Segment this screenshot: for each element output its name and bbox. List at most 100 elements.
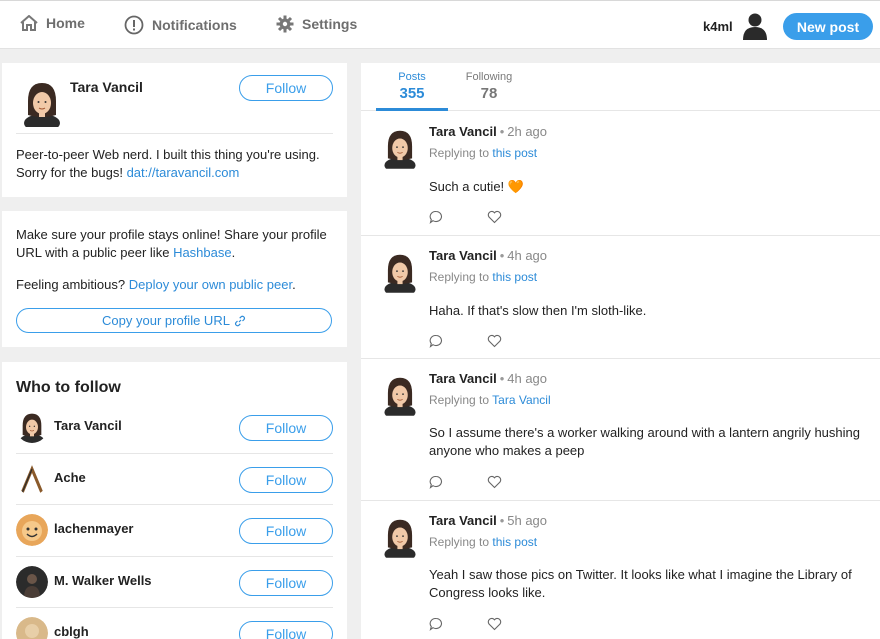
post-header: Tara Vancil • 5h ago xyxy=(429,513,547,528)
post-time[interactable]: 4h ago xyxy=(507,248,547,263)
post-author[interactable]: Tara Vancil xyxy=(429,513,497,528)
tab-following[interactable]: Following 78 xyxy=(453,71,525,102)
separator-dot: • xyxy=(499,513,505,528)
user-avatar[interactable] xyxy=(742,12,768,40)
nav-settings-label: Settings xyxy=(302,16,358,32)
who-to-follow-card: Who to follow Tara Vancil Follow Ache Fo… xyxy=(2,362,347,639)
ambitious-text: Feeling ambitious? Deploy your own publi… xyxy=(16,277,296,292)
post-header: Tara Vancil • 4h ago xyxy=(429,248,547,263)
follow-button[interactable]: Follow xyxy=(239,467,333,493)
post-text: Such a cutie! 🧡 xyxy=(429,179,524,194)
new-post-button[interactable]: New post xyxy=(783,13,873,40)
avatar[interactable] xyxy=(16,514,48,546)
reply-target-link[interactable]: Tara Vancil xyxy=(492,393,550,407)
follow-button[interactable]: Follow xyxy=(239,621,333,639)
reply-context: Replying to this post xyxy=(429,535,537,549)
heart-icon[interactable] xyxy=(487,334,502,351)
post-header: Tara Vancil • 4h ago xyxy=(429,371,547,386)
follow-button[interactable]: Follow xyxy=(239,415,333,441)
suggested-user-name[interactable]: Tara Vancil xyxy=(54,418,122,433)
post: Tara Vancil • 5h ago Replying to this post… xyxy=(361,501,880,639)
post-author[interactable]: Tara Vancil xyxy=(429,248,497,263)
suggested-user-name[interactable]: Ache xyxy=(54,470,86,485)
list-item: lachenmayer Follow xyxy=(2,505,347,556)
tab-posts[interactable]: Posts 355 xyxy=(376,71,448,102)
avatar[interactable] xyxy=(381,251,419,293)
suggested-user-name[interactable]: cblgh xyxy=(54,624,89,639)
heart-icon[interactable] xyxy=(487,210,502,227)
gear-icon xyxy=(276,15,294,33)
nav-notifications-label: Notifications xyxy=(152,17,237,33)
avatar[interactable] xyxy=(16,617,48,639)
post-header: Tara Vancil • 2h ago xyxy=(429,124,547,139)
bio-link[interactable]: dat://taravancil.com xyxy=(127,165,240,180)
profile-bio: Peer-to-peer Web nerd. I built this thin… xyxy=(16,146,336,182)
post-author[interactable]: Tara Vancil xyxy=(429,371,497,386)
follow-button[interactable]: Follow xyxy=(239,518,333,544)
nav-home[interactable]: Home xyxy=(20,15,85,31)
post-text: Yeah I saw those pics on Twitter. It loo… xyxy=(429,567,852,600)
post-time[interactable]: 4h ago xyxy=(507,371,547,386)
separator-dot: • xyxy=(499,371,505,386)
list-item: Tara Vancil Follow xyxy=(2,402,347,453)
divider xyxy=(16,133,333,134)
reply-target-link[interactable]: this post xyxy=(492,146,537,160)
follow-button[interactable]: Follow xyxy=(239,570,333,596)
reply-icon[interactable] xyxy=(429,475,443,492)
reply-target-link[interactable]: this post xyxy=(492,535,537,549)
separator-dot: • xyxy=(499,248,505,263)
active-tab-indicator xyxy=(376,108,448,111)
suggested-user-name[interactable]: lachenmayer xyxy=(54,521,134,536)
feed-tabs: Posts 355 Following 78 xyxy=(361,63,880,111)
current-username[interactable]: k4ml xyxy=(703,19,733,34)
tab-posts-count: 355 xyxy=(399,85,425,102)
avatar[interactable] xyxy=(16,411,48,443)
post: Tara Vancil • 4h ago Replying to this post… xyxy=(361,236,880,359)
reply-target-link[interactable]: this post xyxy=(492,270,537,284)
reply-prefix: Replying to xyxy=(429,393,490,407)
avatar[interactable] xyxy=(381,516,419,558)
avatar[interactable] xyxy=(381,374,419,416)
hashbase-link[interactable]: Hashbase xyxy=(173,245,232,260)
copy-profile-url-label: Copy your profile URL xyxy=(102,313,230,328)
copy-profile-url-button[interactable]: Copy your profile URL xyxy=(16,308,332,333)
deploy-peer-link[interactable]: Deploy your own public peer xyxy=(129,277,292,292)
reply-icon[interactable] xyxy=(429,210,443,227)
post-actions xyxy=(429,475,546,492)
separator-dot: • xyxy=(499,124,505,139)
top-nav-bar: Home Notifications Settings k4ml New pos… xyxy=(0,0,880,49)
reply-prefix: Replying to xyxy=(429,146,490,160)
reply-prefix: Replying to xyxy=(429,270,490,284)
suggested-user-name[interactable]: M. Walker Wells xyxy=(54,573,152,588)
profile-card: Tara Vancil Follow Peer-to-peer Web nerd… xyxy=(2,63,347,197)
share-text: Make sure your profile stays online! Sha… xyxy=(16,227,327,260)
reply-icon[interactable] xyxy=(429,334,443,351)
profile-name[interactable]: Tara Vancil xyxy=(70,79,143,95)
post-time[interactable]: 5h ago xyxy=(507,513,547,528)
tab-following-count: 78 xyxy=(480,85,498,102)
avatar[interactable] xyxy=(16,463,48,495)
heart-icon[interactable] xyxy=(487,475,502,492)
post-author[interactable]: Tara Vancil xyxy=(429,124,497,139)
share-profile-card: Make sure your profile stays online! Sha… xyxy=(2,211,347,347)
list-item: Ache Follow xyxy=(2,454,347,505)
tab-posts-label: Posts xyxy=(398,71,426,83)
post-time[interactable]: 2h ago xyxy=(507,124,547,139)
notifications-icon xyxy=(124,15,144,35)
feed-panel: Posts 355 Following 78 Tara Vancil • 2h ag… xyxy=(361,63,880,639)
avatar[interactable] xyxy=(16,566,48,598)
nav-notifications[interactable]: Notifications xyxy=(124,15,237,35)
reply-context: Replying to this post xyxy=(429,146,537,160)
reply-icon[interactable] xyxy=(429,617,443,634)
follow-button[interactable]: Follow xyxy=(239,75,333,101)
share-text-body: Make sure your profile stays online! Sha… xyxy=(16,227,327,260)
nav-home-label: Home xyxy=(46,15,85,31)
list-item: cblgh Follow xyxy=(2,608,347,639)
post-actions xyxy=(429,334,546,351)
avatar[interactable] xyxy=(381,127,419,169)
ambitious-text-body: Feeling ambitious? xyxy=(16,277,126,292)
avatar[interactable] xyxy=(20,79,64,127)
post: Tara Vancil • 4h ago Replying to Tara Vanc… xyxy=(361,359,880,501)
heart-icon[interactable] xyxy=(487,617,502,634)
nav-settings[interactable]: Settings xyxy=(276,15,357,33)
